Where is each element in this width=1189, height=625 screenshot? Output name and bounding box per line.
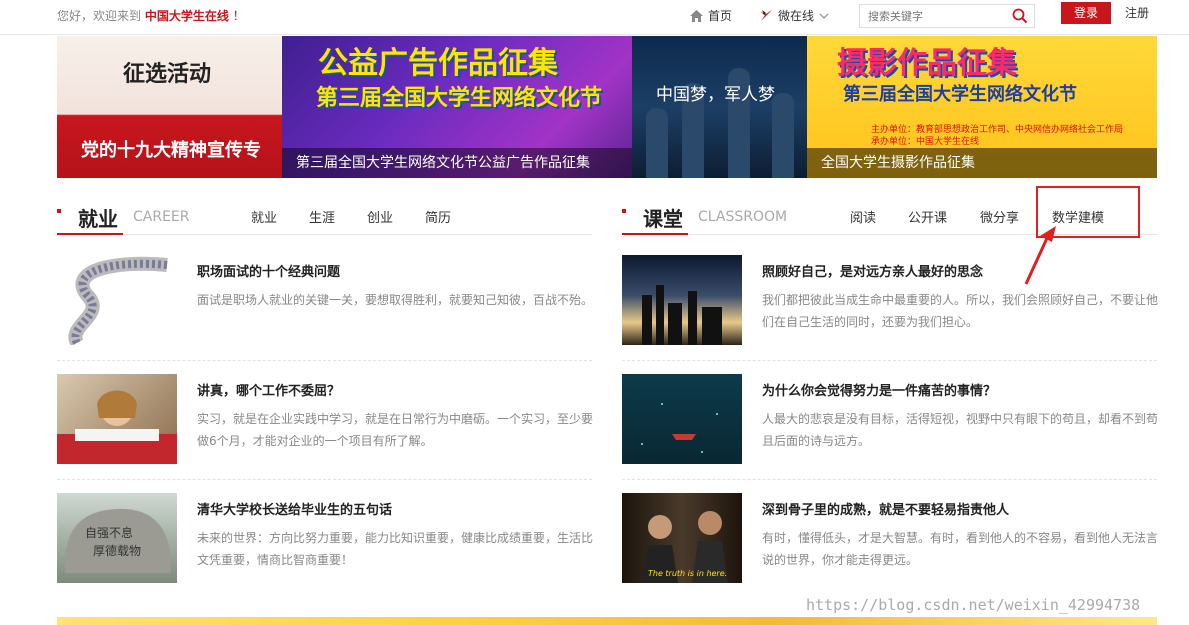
weizaixian-logo-icon [760, 10, 772, 21]
greeting-excl: ！ [232, 9, 245, 23]
article-title[interactable]: 清华大学校长送给毕业生的五句话 [197, 499, 392, 518]
boat-on-water-image [641, 403, 718, 453]
list-item[interactable]: 讲真，哪个工作不委屈？ 实习，就是在企业实践中学习，就是在日常行为中磨砺。一个实… [57, 374, 593, 484]
login-button[interactable]: 登录 [1061, 2, 1111, 24]
banner-1-caption: 党的十九大精神宣传专 [81, 140, 261, 161]
movie-still-image: The truth is in here. [642, 511, 728, 583]
city-skyline-image [642, 285, 722, 345]
banner-4-organizer-line: 主办单位：教育部思想政治工作司、中央网信办网络社会工作局 [871, 125, 1124, 135]
home-icon [690, 9, 703, 22]
banner-3-caption: 中国梦，军人梦 [656, 85, 775, 105]
article-title[interactable]: 职场面试的十个经典问题 [197, 261, 340, 280]
watermark-text: https://blog.csdn.net/weixin_42994738 [806, 596, 1141, 614]
banner-2-caption: 第三届全国大学生网络文化节公益广告作品征集 [282, 148, 632, 178]
article-thumbnail[interactable] [622, 374, 742, 464]
search-input[interactable] [860, 5, 1016, 28]
list-item[interactable]: 照顾好自己，是对远方亲人最好的思念 我们都把彼此当成生命中最重要的人。所以，我们… [622, 255, 1158, 365]
tab-shengya[interactable]: 生涯 [309, 207, 335, 226]
stone-inscription: 自强不息 [85, 525, 133, 540]
banner-panel-2[interactable]: 公益广告作品征集 第三届全国大学生网络文化节 第三届全国大学生网络文化节公益广告… [282, 36, 632, 178]
tab-yuedu[interactable]: 阅读 [850, 207, 876, 226]
footer-banner-strip[interactable] [57, 617, 1157, 625]
stone-inscription: 厚德载物 [93, 543, 141, 558]
section-subtitle-classroom: CLASSROOM [698, 209, 788, 225]
article-thumbnail[interactable] [57, 255, 177, 345]
soldier-silhouette [772, 93, 794, 178]
article-summary: 人最大的悲哀是没有目标，活得短视，视野中只有眼下的苟且，却看不到苟且后面的诗与远… [762, 412, 1159, 448]
movie-subtitle: The truth is in here. [648, 569, 727, 578]
banner-4-subtitle: 第三届全国大学生网络文化节 [843, 84, 1077, 105]
article-thumbnail[interactable]: The truth is in here. [622, 493, 742, 583]
banner-1-headline: 征选活动 [123, 62, 212, 87]
chevron-down-icon [819, 13, 829, 19]
divider [57, 360, 592, 361]
home-label: 首页 [708, 9, 733, 23]
article-title[interactable]: 深到骨子里的成熟，就是不要轻易指责他人 [762, 499, 1009, 518]
engraved-stone-image: 自强不息 厚德载物 [64, 508, 172, 573]
site-name-link[interactable]: 中国大学生在线 [145, 9, 229, 23]
tab-weifenxiang[interactable]: 微分享 [980, 207, 1019, 226]
article-thumbnail[interactable]: 自强不息 厚德载物 [57, 493, 177, 583]
article-title[interactable]: 讲真，哪个工作不委屈？ [197, 380, 340, 399]
home-link[interactable]: 首页 [690, 7, 732, 24]
search-box [859, 4, 1035, 28]
greeting: 您好，欢迎来到 中国大学生在线 ！ [57, 7, 245, 24]
article-thumbnail[interactable] [57, 374, 177, 464]
banner-4-organizer-line: 承办单位：中国大学生在线 [871, 137, 980, 147]
banner-4-organizers: 主办单位：教育部思想政治工作司、中央网信办网络社会工作局 承办单位：中国大学生在… [871, 124, 1123, 148]
list-item[interactable]: 自强不息 厚德载物 清华大学校长送给毕业生的五句话 未来的世界：方向比努力重要，… [57, 493, 593, 603]
banner-2-title: 公益广告作品征集 [318, 46, 558, 81]
banner-panel-4[interactable]: 摄影作品征集 第三届全国大学生网络文化节 主办单位：教育部思想政治工作司、中央网… [807, 36, 1157, 178]
tab-gongkaike[interactable]: 公开课 [908, 207, 947, 226]
greeting-text: 您好，欢迎来到 [57, 9, 142, 23]
list-item[interactable]: 为什么你会觉得努力是一件痛苦的事情？ 人最大的悲哀是没有目标，活得短视，视野中只… [622, 374, 1158, 484]
section-header-career: 就业 CAREER 就业 生涯 创业 简历 [57, 196, 592, 235]
soldier-silhouette [646, 108, 668, 178]
article-title[interactable]: 为什么你会觉得努力是一件痛苦的事情？ [762, 380, 996, 399]
banner-panel-3[interactable]: 中国梦，军人梦 [632, 36, 807, 178]
section-subtitle-career: CAREER [133, 209, 190, 225]
banner-panel-1[interactable]: 征选活动 党的十九大精神宣传专 [57, 36, 282, 178]
article-summary: 未来的世界：方向比努力重要，能力比知识重要，健康比成绩重要，生活比文凭重要，情商… [197, 531, 594, 567]
banner-2-subtitle: 第三届全国大学生网络文化节 [316, 86, 603, 111]
section-marker [57, 209, 61, 213]
article-thumbnail[interactable] [622, 255, 742, 345]
banner-carousel: 征选活动 党的十九大精神宣传专 公益广告作品征集 第三届全国大学生网络文化节 第… [57, 36, 1157, 178]
section-underline [622, 233, 688, 235]
queue-people-image [68, 256, 168, 345]
article-title[interactable]: 照顾好自己，是对远方亲人最好的思念 [762, 261, 983, 280]
article-summary: 实习，就是在企业实践中学习，就是在日常行为中磨砺。一个实习，至少要做6个月，才能… [197, 412, 594, 448]
tab-jiuye[interactable]: 就业 [251, 207, 277, 226]
weizaixian-label: 微在线 [778, 9, 815, 23]
tab-chuangye[interactable]: 创业 [367, 207, 393, 226]
tab-jianli[interactable]: 简历 [425, 207, 451, 226]
divider [57, 479, 592, 480]
section-marker [622, 209, 626, 213]
article-summary: 我们都把彼此当成生命中最重要的人。所以，我们会照顾好自己，不要让他们在自己生活的… [762, 293, 1159, 329]
stressed-woman-image [57, 390, 177, 464]
section-title-career: 就业 [78, 207, 118, 231]
weizaixian-dropdown[interactable]: 微在线 [759, 7, 829, 24]
article-summary: 面试是职场人就业的关键一关，要想取得胜利，就要知己知彼，百战不殆。 [197, 293, 594, 307]
banner-4-caption: 全国大学生摄影作品征集 [807, 148, 1157, 178]
list-item[interactable]: 职场面试的十个经典问题 面试是职场人就业的关键一关，要想取得胜利，就要知己知彼，… [57, 255, 593, 365]
article-summary: 有时，懂得低头，才是大智慧。有时，看到他人的不容易，看到他人无法言说的世界，你才… [762, 531, 1159, 567]
divider [622, 479, 1157, 480]
section-underline [57, 233, 123, 235]
section-title-classroom: 课堂 [643, 207, 683, 231]
banner-4-title: 摄影作品征集 [837, 46, 1017, 81]
divider [622, 360, 1157, 361]
top-bar: 您好，欢迎来到 中国大学生在线 ！ 首页 微在线 登录 注册 [0, 0, 1189, 35]
search-icon[interactable] [1012, 8, 1028, 24]
list-item[interactable]: The truth is in here. 深到骨子里的成熟，就是不要轻易指责他… [622, 493, 1158, 603]
register-link[interactable]: 注册 [1125, 4, 1149, 21]
